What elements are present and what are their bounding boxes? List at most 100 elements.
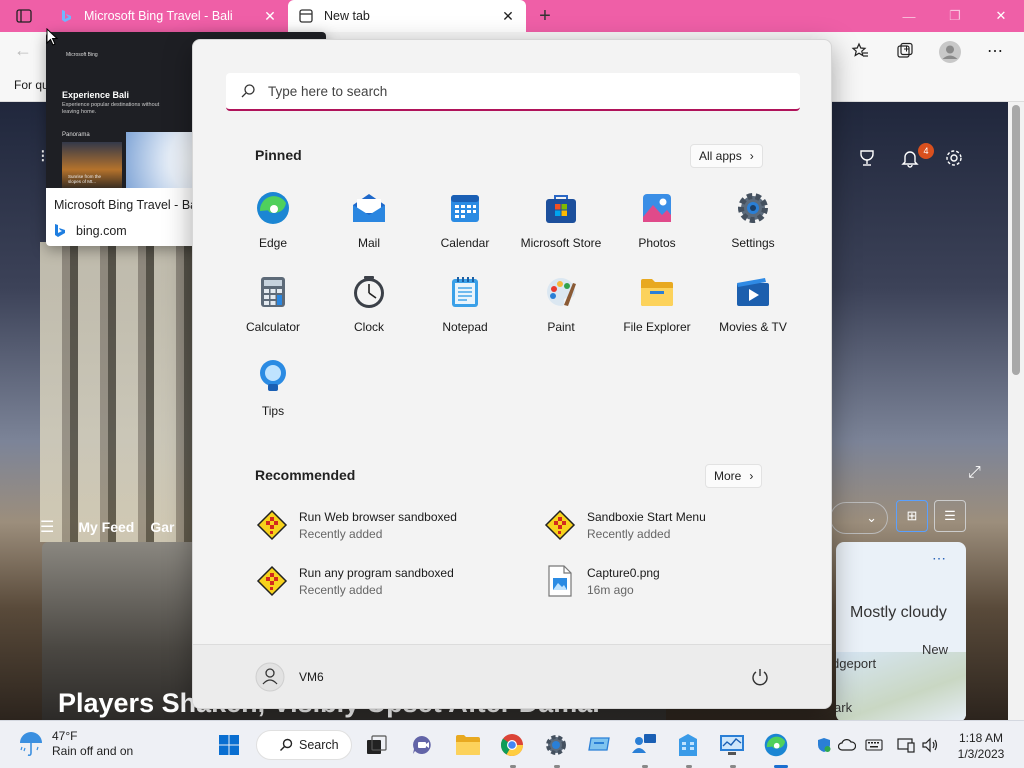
start-search-input[interactable] [268, 83, 768, 99]
chrome-icon[interactable] [496, 729, 528, 761]
thumb-brand: Microsoft Bing [66, 52, 98, 58]
pinned-app-paint[interactable]: Paint [513, 268, 609, 352]
feed-tab-my-feed[interactable]: My Feed [78, 519, 134, 535]
pinned-app-calculator[interactable]: Calculator [225, 268, 321, 352]
clock-date: 1/3/2023 [957, 747, 1005, 761]
pinned-app-photos[interactable]: Photos [609, 184, 705, 268]
volume-speaker-icon[interactable] [920, 735, 940, 755]
building-app-icon[interactable] [672, 729, 704, 761]
feed-dropdown[interactable]: ⌄ [830, 502, 888, 534]
defender-shield-icon[interactable] [814, 735, 834, 755]
weather-card[interactable]: ⋯ Mostly cloudy dgeport Newark New [836, 542, 966, 720]
file-explorer-icon[interactable] [452, 729, 484, 761]
feed-menu-icon[interactable]: ☰ [40, 517, 54, 537]
recommended-item[interactable]: Run any program sandboxed Recently added [255, 564, 454, 598]
tab-actions-button[interactable] [8, 6, 40, 26]
edge-taskbar-icon[interactable] [760, 729, 792, 761]
store-icon [543, 190, 579, 226]
map-label: Newark [836, 700, 853, 715]
pinned-app-file-explorer[interactable]: File Explorer [609, 268, 705, 352]
chevron-right-icon: › [749, 149, 754, 163]
taskbar-clock[interactable]: 1:18 AM 1/3/2023 [950, 730, 1012, 762]
taskbar-search-button[interactable]: Search [256, 730, 352, 760]
rewards-trophy-icon[interactable] [855, 146, 879, 170]
more-button[interactable]: More › [705, 464, 763, 488]
favorites-bar-item[interactable]: For qu [14, 78, 49, 92]
bing-logo-icon [55, 224, 65, 237]
taskbar-search-label: Search [299, 738, 339, 752]
pinned-app-microsoft-store[interactable]: Microsoft Store [513, 184, 609, 268]
user-account-button[interactable]: VM6 [255, 662, 324, 692]
expand-arrows-icon[interactable]: ⤢ [968, 464, 981, 482]
recommended-subtext: Recently added [299, 582, 383, 597]
app-label: Photos [638, 236, 676, 250]
more-options-icon[interactable]: ⋯ [984, 40, 1006, 62]
app-label: Mail [357, 236, 380, 250]
remote-desktop-icon[interactable] [584, 729, 616, 761]
more-label: More [714, 469, 742, 483]
tab-new-tab[interactable]: New tab ✕ [288, 0, 526, 32]
system-monitor-icon[interactable] [716, 729, 748, 761]
bing-favicon-icon [58, 8, 74, 24]
display-network-icon[interactable] [896, 735, 916, 755]
all-apps-button[interactable]: All apps › [690, 144, 763, 168]
app-label: Microsoft Store [520, 236, 602, 250]
pinned-app-mail[interactable]: Mail [321, 184, 417, 268]
keyboard-icon[interactable] [864, 735, 884, 755]
new-tab-plus-icon[interactable]: + [533, 4, 557, 28]
tab-close-icon[interactable]: ✕ [500, 8, 516, 24]
lightbulb-icon [255, 358, 291, 394]
recommended-item[interactable]: Sandboxie Start Menu Recently added [543, 508, 706, 542]
thumb-section: Panorama [62, 132, 90, 138]
restore-icon[interactable]: ❐ [932, 0, 978, 32]
recommended-item[interactable]: Capture0.png 16m ago [543, 564, 660, 598]
tab-close-icon[interactable]: ✕ [262, 8, 278, 24]
pinned-app-edge[interactable]: Edge [225, 184, 321, 268]
pinned-app-calendar[interactable]: Calendar [417, 184, 513, 268]
background-columns-image [40, 242, 200, 542]
pinned-app-tips[interactable]: Tips [225, 352, 321, 436]
power-icon[interactable] [748, 665, 772, 689]
thumb-caption: Sunrise from the slopes of Mt... [68, 174, 102, 184]
minimize-icon[interactable]: — [886, 0, 932, 32]
app-label: Paint [547, 320, 575, 334]
back-arrow-icon[interactable]: ← [14, 40, 32, 61]
start-search-box[interactable] [226, 73, 800, 111]
folder-icon [639, 274, 675, 310]
tab-preview-title: Microsoft Bing Travel - Bali [54, 198, 203, 212]
pinned-app-notepad[interactable]: Notepad [417, 268, 513, 352]
tab-label: Microsoft Bing Travel - Bali [84, 9, 233, 23]
task-view-icon[interactable] [361, 729, 393, 761]
app-label: Calculator [245, 320, 301, 334]
tab-bing-travel[interactable]: Microsoft Bing Travel - Bali ✕ [48, 0, 288, 32]
collections-icon[interactable] [894, 40, 916, 62]
sandboxie-icon [255, 508, 289, 542]
weather-more-icon[interactable]: ⋯ [932, 550, 946, 567]
recommended-item[interactable]: Run Web browser sandboxed Recently added [255, 508, 457, 542]
pinned-app-clock[interactable]: Clock [321, 268, 417, 352]
all-apps-label: All apps [699, 149, 742, 163]
settings-gear-taskbar-icon[interactable] [540, 729, 572, 761]
close-window-icon[interactable]: ✕ [978, 0, 1024, 32]
profile-avatar-icon[interactable] [938, 40, 962, 64]
feed-tab-gaming[interactable]: Gar [150, 519, 174, 535]
onedrive-cloud-icon[interactable] [837, 735, 857, 755]
taskbar-weather-widget[interactable]: 47°F Rain off and on [18, 729, 133, 759]
sandboxie-icon [255, 564, 289, 598]
teams-chat-icon[interactable] [406, 729, 438, 761]
app-label: Settings [731, 236, 775, 250]
clock-time: 1:18 AM [958, 731, 1004, 745]
recommended-subtext: Recently added [587, 526, 671, 541]
start-windows-icon[interactable] [213, 729, 245, 761]
page-scrollbar-thumb[interactable] [1012, 105, 1020, 375]
page-settings-gear-icon[interactable] [942, 146, 966, 170]
favorites-star-icon[interactable] [849, 40, 871, 62]
grid-layout-icon[interactable]: ⊞ [896, 500, 928, 532]
connect-users-icon[interactable] [628, 729, 660, 761]
list-layout-icon[interactable]: ☰ [934, 500, 966, 532]
edge-icon [255, 190, 291, 226]
start-menu-footer: VM6 [193, 644, 831, 708]
pinned-app-movies-tv[interactable]: Movies & TV [705, 268, 801, 352]
pinned-app-settings[interactable]: Settings [705, 184, 801, 268]
apps-launcher-icon[interactable]: ⁝ [40, 146, 46, 167]
